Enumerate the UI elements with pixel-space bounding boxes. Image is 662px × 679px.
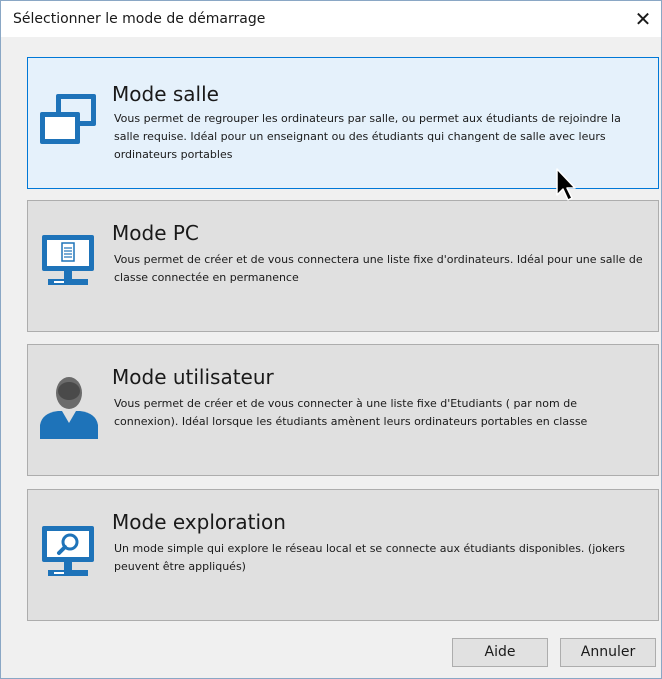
title-bar: Sélectionner le mode de démarrage ✕ [1,1,661,37]
help-button[interactable]: Aide [452,638,548,667]
computer-icon [42,235,94,285]
mode-user-description: Vous permet de créer et de vous connecte… [114,397,588,428]
user-icon [40,377,98,439]
mode-exploration-title: Mode exploration [112,510,286,534]
mode-user-card[interactable]: Mode utilisateur Vous permet de créer et… [27,344,659,476]
window-title: Sélectionner le mode de démarrage [13,11,266,27]
mode-exploration-description: Un mode simple qui explore le réseau loc… [114,542,625,573]
mouse-cursor-icon [556,168,576,201]
mode-room-title: Mode salle [112,82,219,106]
cancel-button[interactable]: Annuler [560,638,656,667]
mode-user-title: Mode utilisateur [112,365,274,389]
mode-pc-title: Mode PC [112,221,199,245]
search-monitor-icon [42,526,94,576]
mode-room-description: Vous permet de regrouper les ordinateurs… [114,112,621,161]
mode-exploration-card[interactable]: Mode exploration Un mode simple qui expl… [27,489,659,621]
close-button[interactable]: ✕ [625,1,661,37]
mode-pc-description: Vous permet de créer et de vous connecte… [114,253,643,284]
mode-pc-card[interactable]: Mode PC Vous permet de créer et de vous … [27,200,659,332]
rooms-icon [40,94,96,144]
start-mode-dialog: Sélectionner le mode de démarrage ✕ Mode… [0,0,662,679]
